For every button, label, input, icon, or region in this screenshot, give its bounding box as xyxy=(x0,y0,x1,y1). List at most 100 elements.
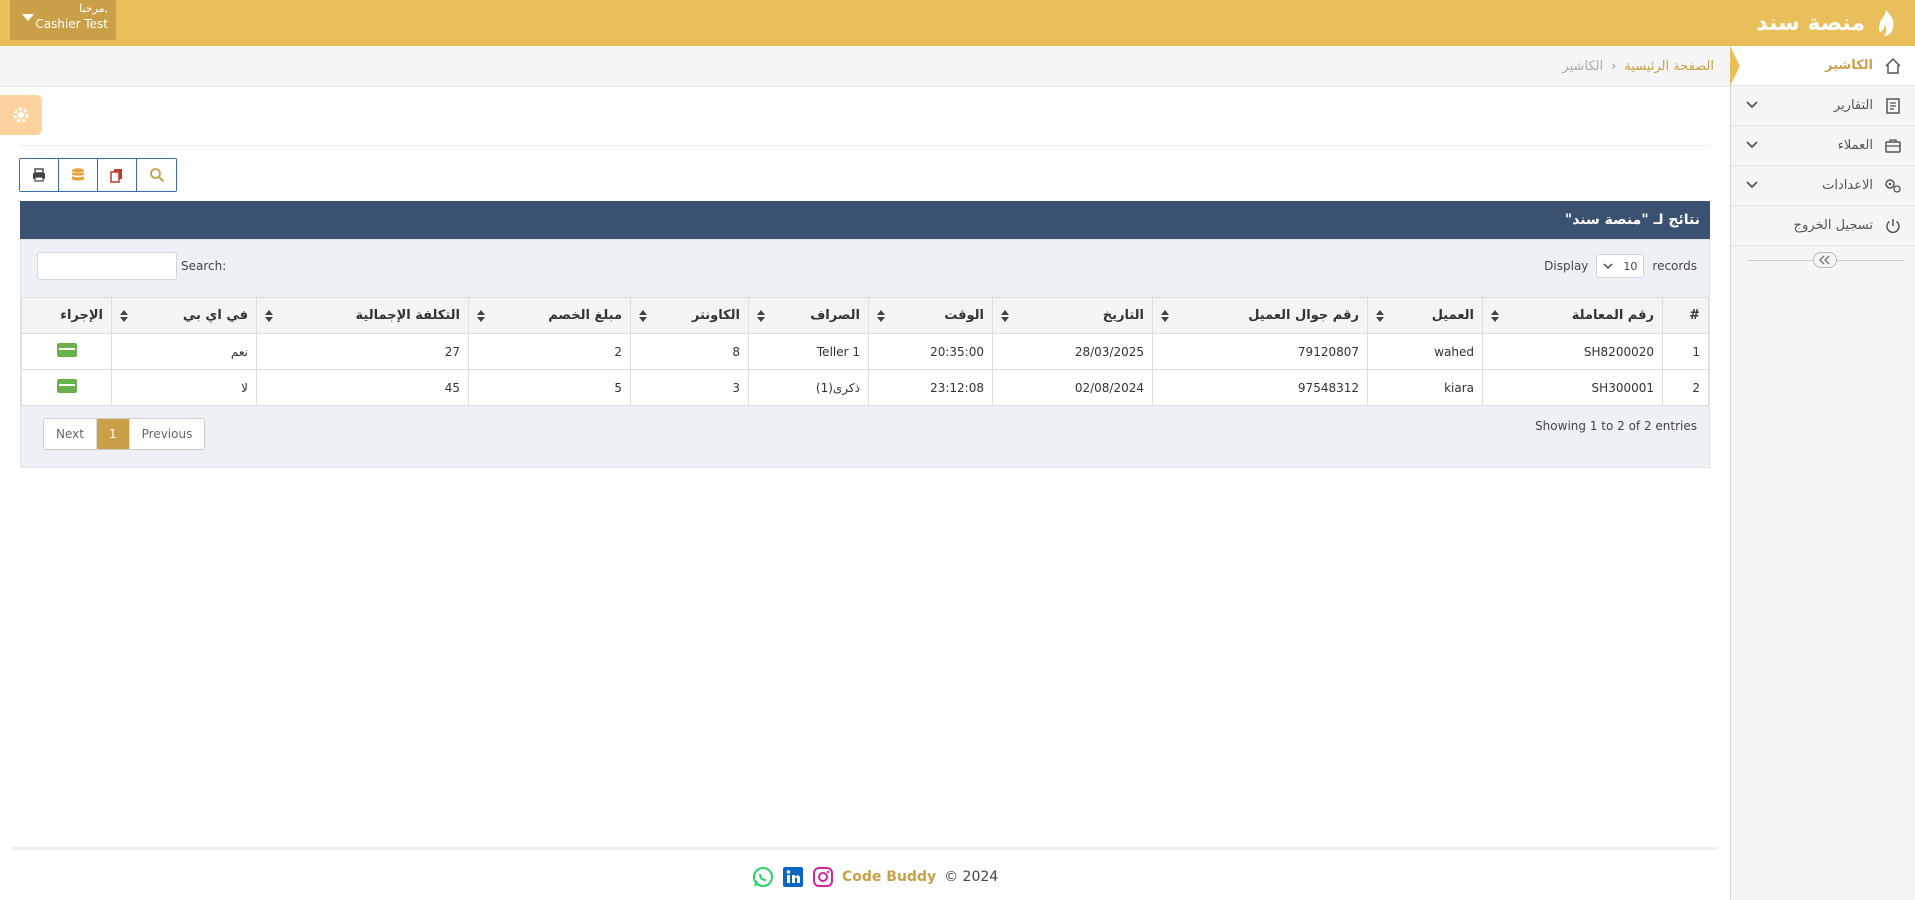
cell-client: kiara xyxy=(1367,369,1483,406)
footer: Code Buddy © 2024 xyxy=(752,864,998,890)
sidebar-collapse-button[interactable] xyxy=(1813,252,1837,268)
flame-logo-icon xyxy=(1878,10,1894,36)
sidebar-item-cashier[interactable]: الكاشير xyxy=(1730,46,1915,86)
cell-time: 20:35:00 xyxy=(868,333,993,370)
search-button[interactable] xyxy=(137,159,176,191)
instagram-icon[interactable] xyxy=(812,866,834,888)
chevron-down-icon[interactable] xyxy=(1745,98,1759,112)
briefcase-icon xyxy=(1883,136,1903,156)
column-header-counter[interactable]: الكاونتر xyxy=(630,297,749,334)
cell-transaction-number: SH8200020 xyxy=(1482,333,1663,370)
records-length-control: Display 10 records xyxy=(1544,254,1697,278)
footer-brand[interactable]: Code Buddy xyxy=(842,869,936,885)
sort-icon xyxy=(639,310,647,322)
sidebar-item-label: التقارير xyxy=(1833,98,1873,113)
breadcrumb-home-link[interactable]: الصفحة الرئيسية xyxy=(1624,59,1714,74)
column-header-discount[interactable]: مبلغ الخصم xyxy=(468,297,631,334)
column-header-teller[interactable]: الصراف xyxy=(748,297,869,334)
results-table: # رقم المعاملة العميل رقم جوال العميل ال… xyxy=(21,297,1709,406)
column-header-transaction-number[interactable]: رقم المعاملة xyxy=(1482,297,1663,334)
table-search: Search: xyxy=(37,252,226,280)
whatsapp-icon[interactable] xyxy=(752,866,774,888)
cell-client-phone: 97548312 xyxy=(1152,369,1368,406)
column-header-label: رقم المعاملة xyxy=(1571,308,1654,323)
records-per-page-select[interactable]: 10 xyxy=(1596,254,1645,278)
cell-total-cost: 27 xyxy=(256,333,469,370)
sidebar-item-reports[interactable]: التقارير xyxy=(1731,86,1915,126)
home-icon xyxy=(1883,56,1903,76)
records-label: records xyxy=(1652,259,1697,273)
settings-gear-button[interactable] xyxy=(0,95,42,135)
column-header-index[interactable]: # xyxy=(1662,297,1709,334)
cell-vip: نعم xyxy=(111,333,257,370)
footer-copyright: © 2024 xyxy=(944,869,999,885)
payment-card-icon[interactable] xyxy=(56,343,77,357)
search-input[interactable] xyxy=(37,252,177,280)
power-icon xyxy=(1883,216,1903,236)
display-label: Display xyxy=(1544,259,1589,273)
column-header-time[interactable]: الوقت xyxy=(868,297,993,334)
print-button[interactable] xyxy=(20,159,59,191)
column-header-vip[interactable]: في اي بي xyxy=(111,297,257,334)
sort-icon xyxy=(1001,310,1009,322)
column-header-label: الصراف xyxy=(810,308,860,323)
copy-button[interactable] xyxy=(98,159,137,191)
sort-icon xyxy=(757,310,765,322)
cell-vip: لا xyxy=(111,369,257,406)
cell-counter: 3 xyxy=(630,369,749,406)
chevron-down-icon xyxy=(1603,263,1613,270)
double-chevron-left-icon xyxy=(1819,255,1830,265)
divider xyxy=(12,847,1718,850)
sort-icon xyxy=(1161,310,1169,322)
sidebar-item-label: الاعدادات xyxy=(1822,178,1873,193)
column-header-label: التاريخ xyxy=(1102,308,1144,323)
column-header-action: الإجراء xyxy=(21,297,112,334)
cell-date: 02/08/2024 xyxy=(992,369,1153,406)
table-info: Showing 1 to 2 of 2 entries xyxy=(1535,419,1697,433)
sidebar-item-clients[interactable]: العملاء xyxy=(1731,126,1915,166)
sort-icon xyxy=(1491,310,1499,322)
export-db-button[interactable] xyxy=(59,159,98,191)
table-header-row: # رقم المعاملة العميل رقم جوال العميل ال… xyxy=(21,297,1709,334)
page-1-button[interactable]: 1 xyxy=(96,419,130,449)
cell-counter: 8 xyxy=(630,333,749,370)
pagination: Next 1 Previous xyxy=(43,418,206,450)
column-header-date[interactable]: التاريخ xyxy=(992,297,1153,334)
search-icon xyxy=(149,168,164,183)
cell-discount: 5 xyxy=(468,369,631,406)
column-header-client-phone[interactable]: رقم جوال العميل xyxy=(1152,297,1368,334)
sidebar-item-logout[interactable]: تسجيل الخروج xyxy=(1731,206,1915,246)
cell-index: 2 xyxy=(1662,369,1709,406)
column-header-label: الإجراء xyxy=(60,308,103,323)
table-row: 2 SH300001 kiara 97548312 02/08/2024 23:… xyxy=(21,369,1709,406)
column-header-label: رقم جوال العميل xyxy=(1248,308,1359,323)
sidebar-item-label: العملاء xyxy=(1837,138,1873,153)
records-per-page-value: 10 xyxy=(1623,259,1638,273)
user-menu[interactable]: مرحبا, Cashier Test xyxy=(10,0,116,40)
column-header-total-cost[interactable]: التكلفة الإجمالية xyxy=(256,297,469,334)
caret-down-icon xyxy=(22,14,34,21)
payment-card-icon[interactable] xyxy=(56,379,77,393)
next-page-button[interactable]: Next xyxy=(44,419,97,449)
linkedin-icon[interactable] xyxy=(782,866,804,888)
sidebar-item-settings[interactable]: الاعدادات xyxy=(1731,166,1915,206)
column-header-label: في اي بي xyxy=(182,308,248,323)
sort-icon xyxy=(477,310,485,322)
previous-page-button[interactable]: Previous xyxy=(130,419,205,449)
sidebar: الكاشير التقارير العملاء الاعدادات تسجيل… xyxy=(1730,46,1915,900)
brand[interactable]: منصة سند xyxy=(1756,6,1899,40)
results-panel: Display 10 records Search: # رقم المعامل… xyxy=(20,239,1710,468)
column-header-label: # xyxy=(1689,308,1700,323)
table-row: 1 SH8200020 wahed 79120807 28/03/2025 20… xyxy=(21,333,1709,370)
sort-icon xyxy=(120,310,128,322)
breadcrumb-current: الكاشير xyxy=(1562,58,1604,74)
cell-date: 28/03/2025 xyxy=(992,333,1153,370)
column-header-client[interactable]: العميل xyxy=(1367,297,1483,334)
breadcrumb: الصفحة الرئيسية ‹ الكاشير xyxy=(0,46,1730,87)
toolbar xyxy=(19,158,177,192)
sort-icon xyxy=(265,310,273,322)
chevron-down-icon[interactable] xyxy=(1745,138,1759,152)
column-header-label: التكلفة الإجمالية xyxy=(355,308,460,323)
chevron-down-icon[interactable] xyxy=(1745,178,1759,192)
sort-icon xyxy=(1376,310,1384,322)
